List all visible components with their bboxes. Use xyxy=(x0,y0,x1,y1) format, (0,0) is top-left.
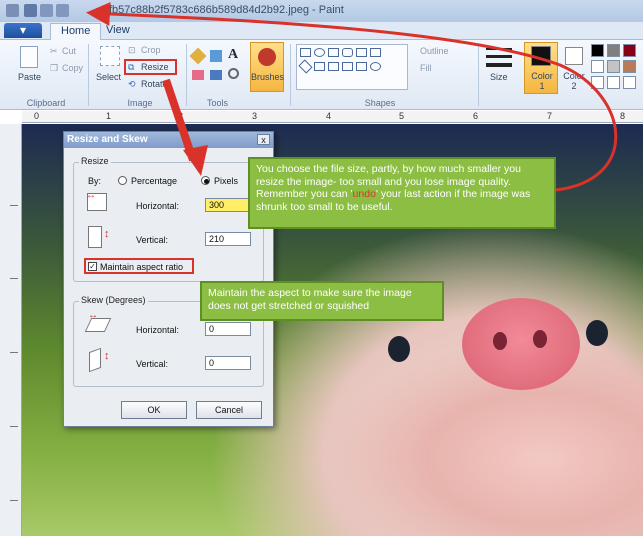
file-size-callout: You choose the file size, partly, by how… xyxy=(248,157,556,229)
arrow-resize-to-dialog xyxy=(162,78,197,162)
file-size-callout-undo: undo xyxy=(352,188,376,200)
aspect-ratio-callout: Maintain the aspect to make sure the ima… xyxy=(200,281,444,321)
annotation-arrows xyxy=(86,2,618,192)
arrow-head-resize xyxy=(183,145,208,176)
